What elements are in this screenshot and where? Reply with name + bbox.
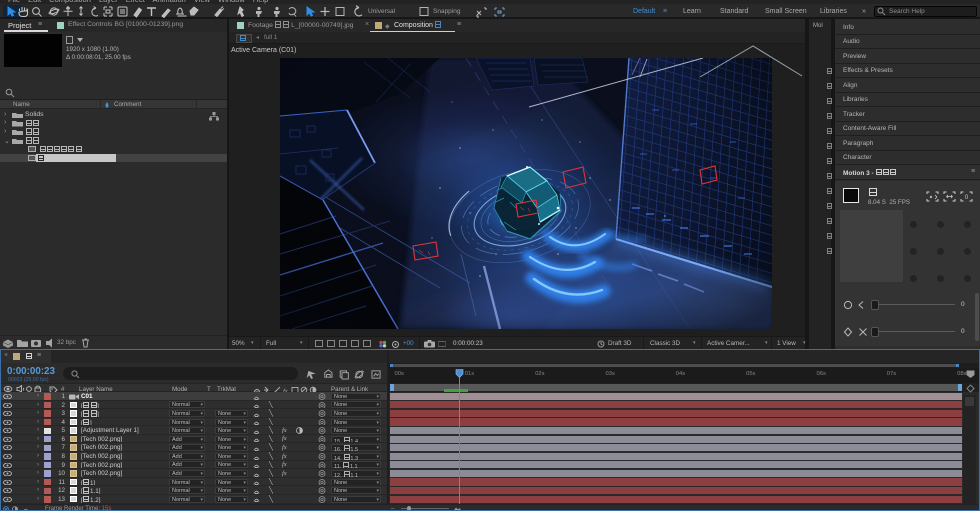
- svg-text:0: 0: [965, 195, 969, 201]
